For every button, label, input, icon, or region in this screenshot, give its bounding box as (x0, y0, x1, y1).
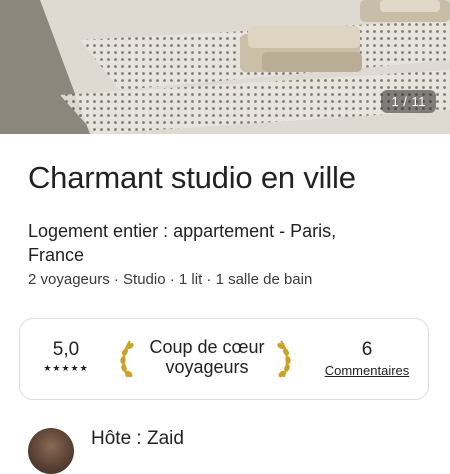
host-avatar[interactable] (28, 428, 74, 474)
rating-block: 5,0 ★★★★★ (36, 339, 96, 374)
photo-counter: 1 / 11 (381, 90, 436, 113)
highlights-card: 5,0 ★★★★★ Coup de cœur voyageurs 6 Comme… (19, 318, 429, 400)
reviews-link[interactable]: Commentaires (312, 363, 422, 378)
host-name: Hôte : Zaid (91, 428, 184, 449)
rating-value: 5,0 (52, 339, 80, 360)
listing-subtitle: Logement entier : appartement - Paris, F… (28, 221, 337, 265)
listing-photo[interactable]: 1 / 11 (0, 0, 450, 134)
bed-photo-icon (0, 0, 450, 134)
laurel-left-icon (120, 340, 134, 378)
listing-details: 2 voyageurs · Studio · 1 lit · 1 salle d… (28, 271, 313, 288)
star-rating-icon: ★★★★★ (43, 363, 89, 373)
award-label: Coup de cœur voyageurs (149, 337, 265, 377)
reviews-block[interactable]: 6 Commentaires (312, 339, 422, 378)
laurel-right-icon (277, 340, 291, 378)
listing-title: Charmant studio en ville (28, 160, 356, 195)
reviews-count: 6 (361, 339, 373, 360)
